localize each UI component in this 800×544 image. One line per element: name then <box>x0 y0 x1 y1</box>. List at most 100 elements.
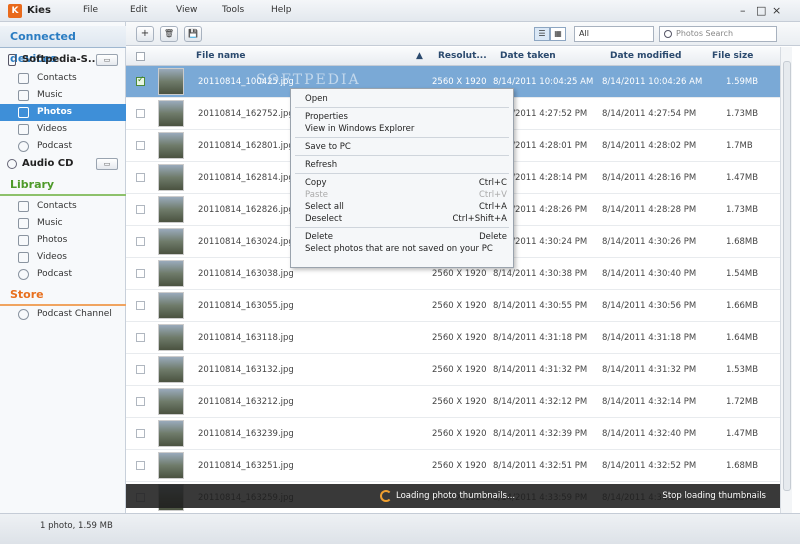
context-menu-item[interactable]: View in Windows Explorer <box>291 123 513 135</box>
context-menu-item[interactable]: Select all Ctrl+A <box>291 201 513 213</box>
row-checkbox[interactable] <box>136 333 145 342</box>
sidebar-item-contacts[interactable]: Contacts <box>0 70 126 87</box>
cd-options-button[interactable]: ▭ <box>96 158 118 170</box>
menu-item-shortcut: Delete <box>479 232 507 242</box>
context-menu-item[interactable]: Deselect Ctrl+Shift+A <box>291 213 513 225</box>
row-checkbox[interactable] <box>136 269 145 278</box>
table-row[interactable]: 20110814_163239.jpg 2560 X 1920 8/14/2011 … <box>126 418 780 450</box>
grid-view-button[interactable]: ▦ <box>550 27 566 41</box>
sidebar-item-videos[interactable]: Videos <box>0 121 126 138</box>
row-checkbox[interactable] <box>136 301 145 310</box>
photo-thumbnail[interactable] <box>158 164 184 191</box>
store-header[interactable]: Store <box>0 284 126 306</box>
stop-loading-button[interactable]: Stop loading thumbnails <box>662 484 766 508</box>
file-name-cell: 20110814_162826.jpg <box>198 205 294 215</box>
filter-select[interactable]: All <box>574 26 654 42</box>
photo-thumbnail[interactable] <box>158 292 184 319</box>
photo-thumbnail[interactable] <box>158 196 184 223</box>
device-audio-cd[interactable]: Audio CD ▭ <box>0 154 126 174</box>
photo-thumbnail[interactable] <box>158 100 184 127</box>
row-checkbox[interactable] <box>136 205 145 214</box>
photo-thumbnail[interactable] <box>158 388 184 415</box>
toolbar: + 🗑 💾 ☰ ▦ All Photos Search <box>126 22 800 46</box>
menu-view[interactable]: View <box>176 5 197 15</box>
row-checkbox[interactable] <box>136 173 145 182</box>
podcast-icon <box>18 269 29 280</box>
sidebar-item-label: Photos <box>37 235 68 245</box>
date-modified-cell: 8/14/2011 10:04:26 AM <box>602 77 703 87</box>
menu-file[interactable]: File <box>83 5 98 15</box>
file-size-cell: 1.72MB <box>726 397 759 407</box>
sidebar-item-podcast[interactable]: Podcast <box>0 138 126 155</box>
context-menu-item[interactable]: Copy Ctrl+C <box>291 177 513 189</box>
resolution-cell: 2560 X 1920 <box>432 301 487 311</box>
maximize-button[interactable]: □ <box>756 4 766 17</box>
library-item-contacts[interactable]: Contacts <box>0 198 126 215</box>
device-softpedia[interactable]: Softpedia-S... ▭ <box>0 50 126 70</box>
close-button[interactable]: × <box>772 4 781 17</box>
date-taken-cell: 8/14/2011 4:30:55 PM <box>493 301 588 311</box>
photo-thumbnail[interactable] <box>158 260 184 287</box>
row-checkbox[interactable] <box>136 109 145 118</box>
context-menu-item[interactable]: Save to PC <box>291 141 513 153</box>
save-to-pc-button[interactable]: 💾 <box>184 26 202 42</box>
file-name-cell: 20110814_163118.jpg <box>198 333 294 343</box>
table-row[interactable]: 20110814_163212.jpg 2560 X 1920 8/14/2011 … <box>126 386 780 418</box>
column-date-taken[interactable]: Date taken <box>500 47 556 66</box>
scrollbar-thumb[interactable] <box>783 61 791 491</box>
file-name-cell: 20110814_163251.jpg <box>198 461 294 471</box>
date-modified-cell: 8/14/2011 4:30:26 PM <box>602 237 697 247</box>
device-options-button[interactable]: ▭ <box>96 54 118 66</box>
library-item-videos[interactable]: Videos <box>0 249 126 266</box>
library-item-music[interactable]: Music <box>0 215 126 232</box>
menu-tools[interactable]: Tools <box>222 5 244 15</box>
photo-thumbnail[interactable] <box>158 356 184 383</box>
column-file-name[interactable]: File name <box>196 47 246 66</box>
add-button[interactable]: + <box>136 26 154 42</box>
library-item-podcast[interactable]: Podcast <box>0 266 126 283</box>
minimize-button[interactable]: – <box>740 4 746 17</box>
sidebar-item-music[interactable]: Music <box>0 87 126 104</box>
photo-thumbnail[interactable] <box>158 324 184 351</box>
table-row[interactable]: 20110814_163132.jpg 2560 X 1920 8/14/2011 … <box>126 354 780 386</box>
context-menu-item[interactable]: Delete Delete <box>291 231 513 243</box>
table-row[interactable]: 20110814_163055.jpg 2560 X 1920 8/14/2011 … <box>126 290 780 322</box>
row-checkbox[interactable] <box>136 365 145 374</box>
photo-thumbnail[interactable] <box>158 132 184 159</box>
context-menu-item[interactable]: Refresh <box>291 159 513 171</box>
select-all-checkbox[interactable] <box>136 52 145 61</box>
library-header[interactable]: Library <box>0 174 126 196</box>
menu-edit[interactable]: Edit <box>130 5 147 15</box>
photo-thumbnail[interactable] <box>158 228 184 255</box>
contacts-icon <box>18 201 29 212</box>
menu-separator <box>295 107 509 108</box>
table-row[interactable]: 20110814_163118.jpg 2560 X 1920 8/14/2011 … <box>126 322 780 354</box>
connected-devices-header[interactable]: Connected devices <box>0 26 126 65</box>
row-checkbox[interactable] <box>136 461 145 470</box>
vertical-scrollbar[interactable] <box>780 47 792 513</box>
row-checkbox[interactable] <box>136 75 145 86</box>
row-checkbox[interactable] <box>136 237 145 246</box>
sort-asc-icon[interactable]: ▲ <box>416 47 423 66</box>
row-checkbox[interactable] <box>136 141 145 150</box>
column-file-size[interactable]: File size <box>712 47 753 66</box>
menu-help[interactable]: Help <box>271 5 292 15</box>
table-row[interactable]: 20110814_163251.jpg 2560 X 1920 8/14/2011 … <box>126 450 780 482</box>
delete-button[interactable]: 🗑 <box>160 26 178 42</box>
row-checkbox[interactable] <box>136 429 145 438</box>
sidebar-item-photos[interactable]: Photos <box>0 104 126 121</box>
context-menu-item[interactable]: Select photos that are not saved on your… <box>291 243 513 255</box>
row-checkbox[interactable] <box>136 397 145 406</box>
context-menu-item[interactable]: Properties <box>291 111 513 123</box>
spinner-icon <box>380 490 392 502</box>
search-input[interactable]: Photos Search <box>659 26 777 42</box>
photo-thumbnail[interactable] <box>158 420 184 447</box>
column-date-modified[interactable]: Date modified <box>610 47 681 66</box>
photo-thumbnail[interactable] <box>158 452 184 479</box>
column-resolution[interactable]: Resolut... <box>438 47 487 66</box>
library-item-photos[interactable]: Photos <box>0 232 126 249</box>
context-menu-item[interactable]: Open <box>291 93 513 105</box>
store-item-podcast-channel[interactable]: Podcast Channel <box>0 306 126 323</box>
list-view-button[interactable]: ☰ <box>534 27 550 41</box>
photo-thumbnail[interactable] <box>158 68 184 95</box>
